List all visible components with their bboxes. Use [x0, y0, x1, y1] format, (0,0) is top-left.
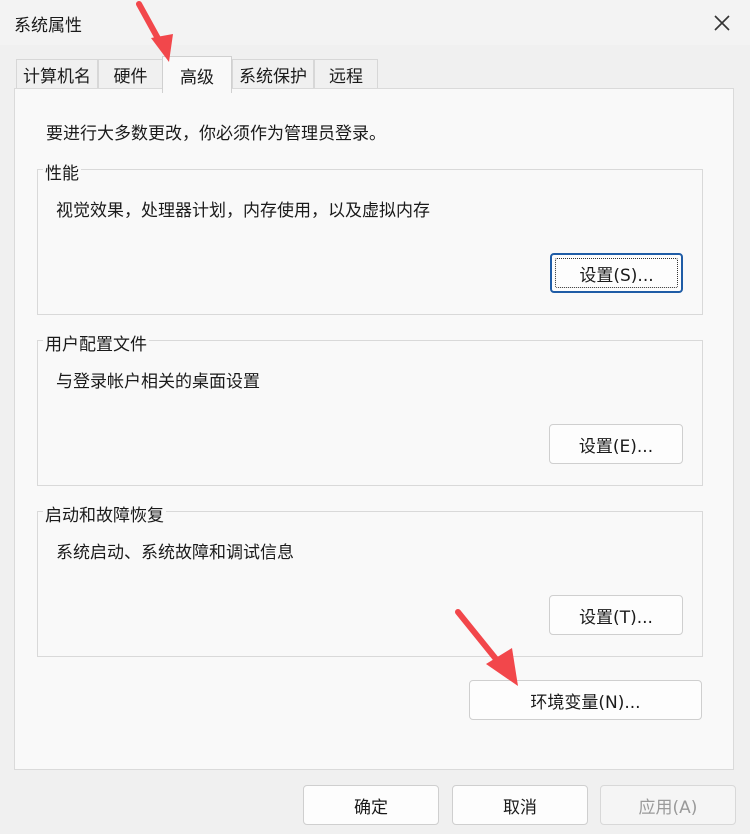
performance-settings-button[interactable]: 设置(S)... [550, 253, 683, 293]
tab-system-protection[interactable]: 系统保护 [232, 59, 314, 89]
window-title: 系统属性 [14, 16, 82, 36]
startup-recovery-settings-button[interactable]: 设置(T)... [549, 595, 683, 635]
arrow-annotation-tab [136, 1, 173, 62]
close-icon [714, 15, 730, 31]
group-startup-recovery-desc: 系统启动、系统故障和调试信息 [56, 543, 294, 563]
group-user-profiles-desc: 与登录帐户相关的桌面设置 [56, 372, 260, 392]
group-startup-recovery-title: 启动和故障恢复 [43, 501, 166, 526]
group-performance [37, 169, 703, 315]
tab-panel-advanced: 要进行大多数更改，你必须作为管理员登录。 性能 视觉效果，处理器计划，内存使用，… [14, 88, 734, 770]
title-bar [0, 0, 750, 45]
apply-button[interactable]: 应用(A) [600, 785, 736, 825]
group-performance-title: 性能 [43, 159, 81, 184]
tab-remote[interactable]: 远程 [314, 59, 378, 89]
user-profiles-settings-button[interactable]: 设置(E)... [549, 424, 683, 464]
tab-computer-name[interactable]: 计算机名 [16, 59, 98, 89]
cancel-button[interactable]: 取消 [452, 785, 588, 825]
admin-notice: 要进行大多数更改，你必须作为管理员登录。 [46, 124, 386, 144]
group-user-profiles [37, 340, 703, 486]
ok-button[interactable]: 确定 [303, 785, 439, 825]
group-performance-desc: 视觉效果，处理器计划，内存使用，以及虚拟内存 [56, 201, 430, 221]
group-startup-recovery [37, 511, 703, 657]
arrow-annotation-env [455, 609, 518, 686]
close-button[interactable] [702, 6, 742, 40]
group-user-profiles-title: 用户配置文件 [43, 330, 149, 355]
